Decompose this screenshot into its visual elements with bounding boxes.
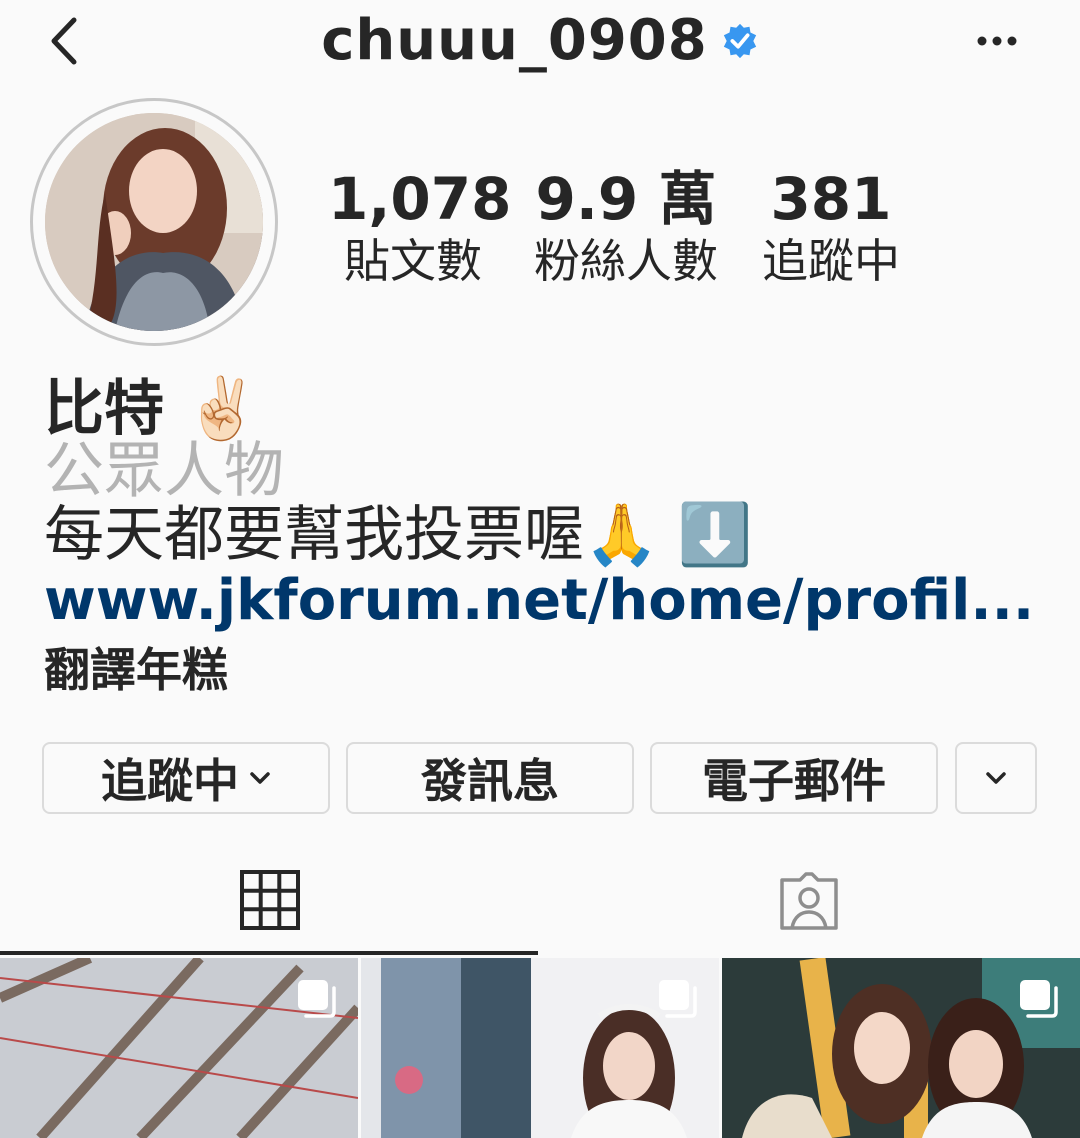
message-button[interactable]: 發訊息: [346, 742, 634, 814]
profile-bio-text: 每天都要幫我投票喔🙏 ⬇️: [44, 500, 753, 570]
stat-following[interactable]: 381 追蹤中: [748, 166, 914, 290]
profile-page: chuuu_0908 1,078 貼文數 9.9 萬 粉絲人數 381 追蹤中 …: [0, 0, 1080, 1138]
profile-website-link[interactable]: www.jkforum.net/home/profil...: [44, 568, 1034, 634]
followers-count: 9.9 萬: [535, 165, 717, 233]
email-button[interactable]: 電子郵件: [650, 742, 938, 814]
multiple-photos-icon: [1020, 980, 1058, 1018]
multiple-photos-icon: [659, 980, 697, 1018]
post-thumbnail[interactable]: [361, 958, 719, 1138]
email-button-label: 電子郵件: [702, 754, 886, 808]
stat-posts: 1,078 貼文數: [328, 165, 512, 290]
chevron-down-icon: [250, 772, 270, 784]
following-label: 追蹤中: [762, 234, 900, 288]
active-tab-indicator: [0, 951, 538, 955]
profile-avatar-ring[interactable]: [30, 98, 278, 346]
following-button-label: 追蹤中: [101, 754, 239, 808]
posts-label: 貼文數: [344, 234, 482, 288]
profile-display-name: 比特 ✌🏻: [44, 374, 260, 444]
following-button[interactable]: 追蹤中: [42, 742, 330, 814]
post-thumbnail[interactable]: [0, 958, 358, 1138]
suggested-accounts-button[interactable]: [955, 742, 1037, 814]
header: chuuu_0908: [0, 8, 1080, 73]
post-thumbnail[interactable]: [722, 958, 1080, 1138]
verified-badge-icon: [723, 23, 756, 58]
chevron-down-icon: [986, 772, 1006, 784]
profile-category: 公眾人物: [44, 436, 284, 506]
username-title: chuuu_0908: [321, 8, 708, 73]
followers-label: 粉絲人數: [534, 234, 718, 288]
message-button-label: 發訊息: [421, 754, 559, 808]
translate-link[interactable]: 翻譯年糕: [44, 640, 228, 700]
more-options-icon[interactable]: [972, 26, 1022, 56]
stat-followers[interactable]: 9.9 萬 粉絲人數: [526, 166, 726, 290]
posts-count: 1,078: [328, 165, 512, 233]
grid-icon[interactable]: [240, 870, 300, 930]
following-count: 381: [770, 165, 892, 233]
tagged-person-icon[interactable]: [778, 870, 840, 932]
profile-avatar: [45, 113, 263, 331]
multiple-photos-icon: [298, 980, 336, 1018]
